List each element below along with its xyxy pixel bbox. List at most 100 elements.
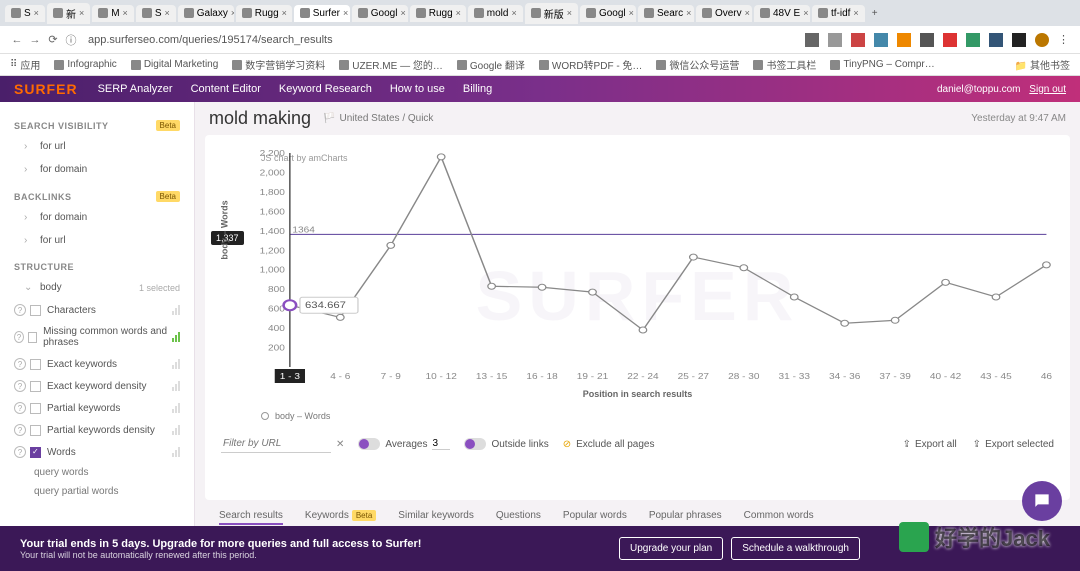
browser-tab[interactable]: S× [136, 5, 176, 22]
filter-url-input[interactable] [221, 435, 331, 453]
sub-item-query-words[interactable]: query words [0, 463, 194, 482]
result-tab[interactable]: Common words [744, 510, 814, 525]
signout-link[interactable]: Sign out [1029, 84, 1066, 95]
help-icon[interactable]: ? [14, 424, 26, 436]
bookmark-item[interactable]: Infographic [54, 59, 116, 70]
ext-icon[interactable] [943, 33, 957, 47]
ext-icon[interactable] [920, 33, 934, 47]
close-icon[interactable]: × [164, 8, 169, 18]
sidebar-item-for-url[interactable]: ›for url [0, 135, 194, 158]
outside-toggle[interactable] [464, 438, 486, 450]
bookmark-item[interactable]: 数字营销学习资料 [232, 57, 325, 72]
struct-item[interactable]: ?Exact keywords [0, 353, 194, 375]
browser-tab[interactable]: mold× [468, 5, 523, 22]
checkbox[interactable] [30, 447, 41, 458]
back-icon[interactable]: ← [8, 34, 26, 46]
close-icon[interactable]: × [511, 8, 516, 18]
browser-tab[interactable]: S× [5, 5, 45, 22]
ext-icon[interactable] [1012, 33, 1026, 47]
sub-item-query-partial[interactable]: query partial words [0, 482, 194, 501]
checkbox[interactable] [28, 332, 37, 343]
ext-icon[interactable] [874, 33, 888, 47]
close-icon[interactable]: × [79, 8, 84, 18]
checkbox[interactable] [30, 425, 41, 436]
chat-launcher[interactable] [1022, 481, 1062, 521]
close-icon[interactable]: × [343, 8, 348, 18]
close-icon[interactable]: × [231, 8, 234, 18]
sidebar-item-for-url[interactable]: ›for url [0, 229, 194, 252]
help-icon[interactable]: ? [14, 304, 26, 316]
close-icon[interactable]: × [34, 8, 39, 18]
help-icon[interactable]: ? [14, 380, 26, 392]
bookmark-item[interactable]: Google 翻译 [457, 57, 525, 72]
upgrade-button[interactable]: Upgrade your plan [619, 537, 723, 560]
result-tab[interactable]: Search results [219, 510, 283, 525]
ext-icon[interactable] [851, 33, 865, 47]
browser-tab[interactable]: 48V E× [754, 5, 810, 22]
ext-icon[interactable] [989, 33, 1003, 47]
close-icon[interactable]: × [282, 8, 287, 18]
struct-item[interactable]: ?Missing common words and phrases [0, 321, 194, 353]
bookmark-item[interactable]: WORD转PDF - 免… [539, 57, 643, 72]
bookmark-item[interactable]: TinyPNG – Compr… [830, 59, 934, 70]
exclude-label[interactable]: Exclude all pages [576, 439, 654, 450]
bookmark-item[interactable]: 微信公众号运营 [656, 57, 739, 72]
ext-icon[interactable] [897, 33, 911, 47]
url-text[interactable]: app.surferseo.com/queries/195174/search_… [88, 34, 805, 46]
close-icon[interactable]: × [567, 8, 572, 18]
app-logo[interactable]: SURFER [14, 81, 78, 97]
browser-tab[interactable]: 新版× [525, 3, 578, 24]
sidebar-item-for-domain[interactable]: ›for domain [0, 206, 194, 229]
averages-input[interactable] [432, 438, 450, 450]
browser-tab[interactable]: Googl× [352, 5, 408, 22]
bookmark-item[interactable]: Digital Marketing [131, 59, 218, 70]
help-icon[interactable]: ? [14, 331, 24, 343]
close-icon[interactable]: × [686, 8, 691, 18]
result-tab[interactable]: Popular words [563, 510, 627, 525]
result-tab[interactable]: Questions [496, 510, 541, 525]
locale-selector[interactable]: 🏳️ United States / Quick [323, 113, 433, 124]
sidebar-item-body[interactable]: ⌄ body 1 selected [0, 276, 194, 299]
result-tab[interactable]: Similar keywords [398, 510, 474, 525]
help-icon[interactable]: ? [14, 358, 26, 370]
ext-icon[interactable] [828, 33, 842, 47]
checkbox[interactable] [30, 359, 41, 370]
ext-icon[interactable] [1035, 33, 1049, 47]
nav-item[interactable]: How to use [390, 83, 445, 95]
clear-icon[interactable]: ✕ [336, 439, 344, 450]
apps-button[interactable]: ⠿ 应用 [10, 57, 40, 72]
struct-item[interactable]: ?Exact keyword density [0, 375, 194, 397]
browser-tab[interactable]: Galaxy× [178, 5, 234, 22]
reload-icon[interactable]: ⟳ [44, 33, 62, 46]
browser-tab[interactable]: Rugg× [236, 5, 292, 22]
struct-item[interactable]: ?Characters [0, 299, 194, 321]
forward-icon[interactable]: → [26, 34, 44, 46]
checkbox[interactable] [30, 403, 41, 414]
struct-item[interactable]: ?Words [0, 441, 194, 463]
browser-tab[interactable]: Rugg× [410, 5, 466, 22]
close-icon[interactable]: × [629, 8, 634, 18]
nav-item[interactable]: Billing [463, 83, 492, 95]
nav-item[interactable]: SERP Analyzer [98, 83, 173, 95]
bookmark-item[interactable]: UZER.ME — 您的… [339, 57, 443, 72]
menu-icon[interactable]: ⋮ [1058, 33, 1072, 47]
nav-item[interactable]: Keyword Research [279, 83, 372, 95]
export-all-button[interactable]: ⇪ Export all [903, 439, 957, 450]
browser-tab[interactable]: M× [92, 5, 134, 22]
close-icon[interactable]: × [456, 8, 461, 18]
struct-item[interactable]: ?Partial keywords density [0, 419, 194, 441]
new-tab-button[interactable]: + [866, 8, 884, 19]
browser-tab[interactable]: Overv× [696, 5, 752, 22]
info-icon[interactable]: ⓘ [62, 32, 80, 48]
checkbox[interactable] [30, 381, 41, 392]
bookmark-item[interactable]: 书签工具栏 [753, 57, 816, 72]
help-icon[interactable]: ? [14, 446, 26, 458]
help-icon[interactable]: ? [14, 402, 26, 414]
close-icon[interactable]: × [123, 8, 128, 18]
browser-tab[interactable]: Surfer× [294, 5, 350, 22]
browser-tab[interactable]: Searc× [638, 5, 694, 22]
close-icon[interactable]: × [803, 8, 808, 18]
browser-tab[interactable]: 新× [47, 3, 90, 24]
sidebar-item-for-domain[interactable]: ›for domain [0, 158, 194, 181]
struct-item[interactable]: ?Partial keywords [0, 397, 194, 419]
